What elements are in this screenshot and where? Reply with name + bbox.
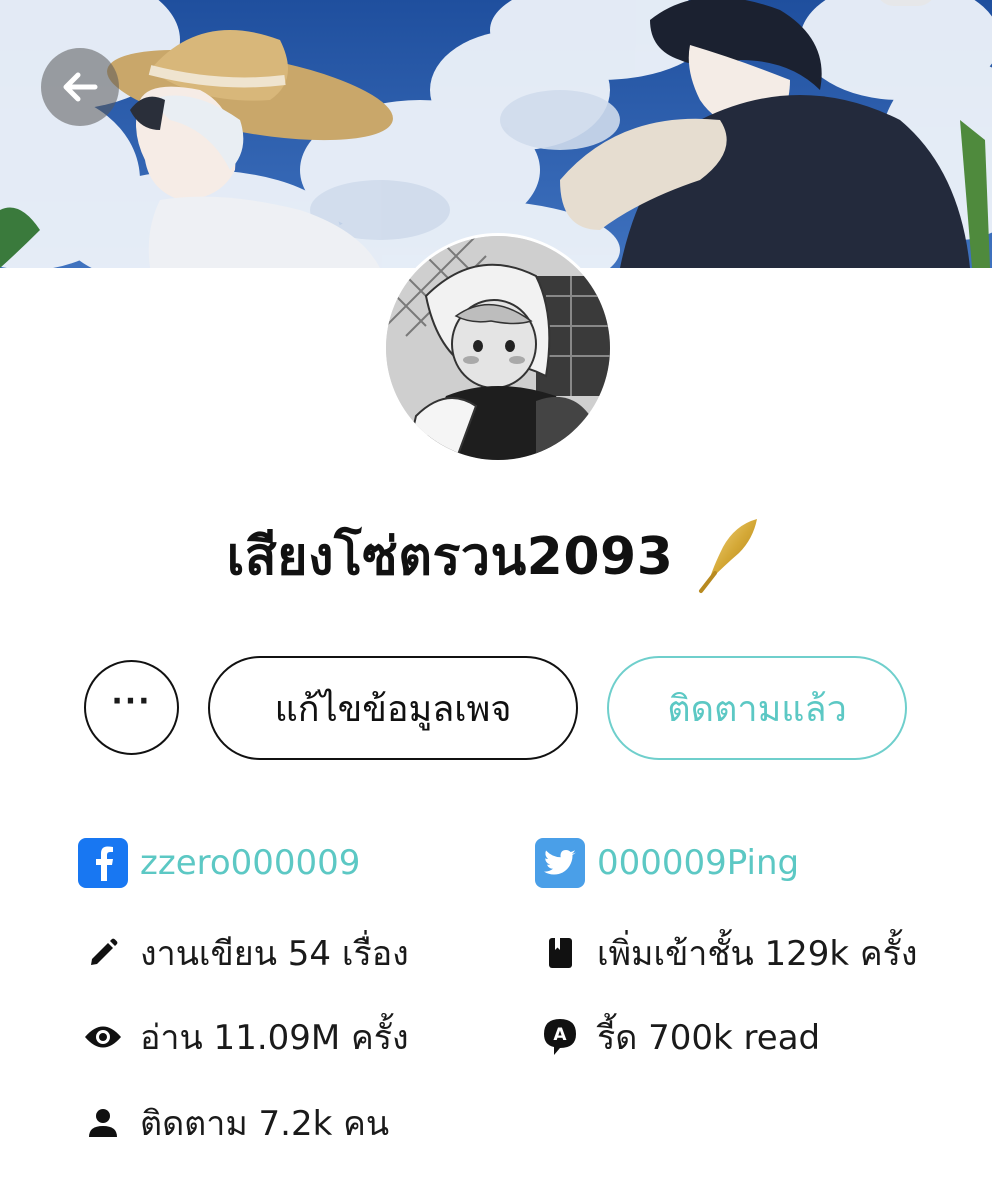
gold-quill-icon xyxy=(699,519,758,593)
person-icon xyxy=(78,1098,128,1148)
twitter-row[interactable]: 000009Ping xyxy=(535,838,799,888)
back-button[interactable] xyxy=(41,48,119,126)
cover-illustration xyxy=(0,0,992,268)
eye-icon xyxy=(78,1012,128,1062)
read-badge-icon: A xyxy=(535,1012,585,1062)
twitter-link[interactable]: 000009Ping xyxy=(597,843,799,883)
more-options-button[interactable]: ··· xyxy=(84,660,179,755)
read-count: รี้ด 700k read xyxy=(597,1018,821,1058)
reads-row: อ่าน 11.09M ครั้ง xyxy=(78,1010,409,1064)
read-row: A รี้ด 700k read xyxy=(535,1010,820,1064)
book-icon xyxy=(535,928,585,978)
reads-count: อ่าน 11.09M ครั้ง xyxy=(140,1018,409,1058)
avatar[interactable] xyxy=(383,233,613,463)
followers-row: ติดตาม 7.2k คน xyxy=(78,1096,389,1150)
page-title: เสียงโซ่ตรวน2093 xyxy=(226,526,674,587)
following-button[interactable]: ติดตามแล้ว xyxy=(607,656,907,760)
facebook-link[interactable]: zzero000009 xyxy=(140,843,360,883)
svg-text:A: A xyxy=(553,1025,567,1045)
avatar-illustration xyxy=(386,236,610,460)
more-dots-icon: ··· xyxy=(111,683,152,719)
facebook-row[interactable]: zzero000009 xyxy=(78,838,360,888)
cover-banner xyxy=(0,0,992,268)
page-title-row: เสียงโซ่ตรวน2093 xyxy=(0,510,992,600)
bookshelf-count: เพิ่มเข้าชั้น 129k ครั้ง xyxy=(597,934,918,974)
arrow-left-icon xyxy=(63,72,98,102)
facebook-icon xyxy=(78,838,128,888)
works-row: งานเขียน 54 เรื่อง xyxy=(78,926,409,980)
pencil-icon xyxy=(78,928,128,978)
followers-count: ติดตาม 7.2k คน xyxy=(140,1104,390,1144)
bookshelf-row: เพิ่มเข้าชั้น 129k ครั้ง xyxy=(535,926,918,980)
works-count: งานเขียน 54 เรื่อง xyxy=(140,934,409,974)
twitter-icon xyxy=(535,838,585,888)
edit-page-button[interactable]: แก้ไขข้อมูลเพจ xyxy=(208,656,578,760)
